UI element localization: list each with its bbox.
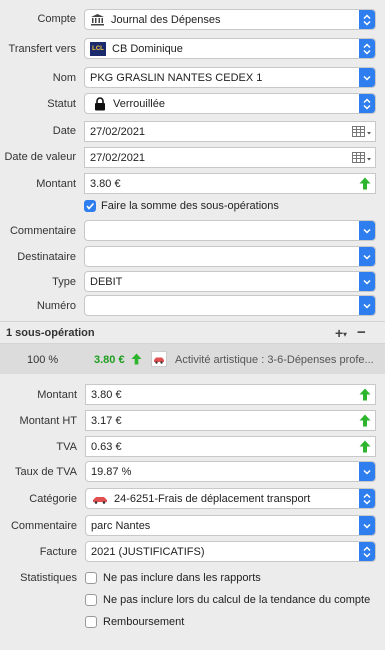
transfert-value: CB Dominique	[112, 42, 183, 55]
statistiques-label: Statistiques	[20, 572, 77, 584]
chevron-updown-icon	[359, 10, 375, 29]
destinataire-label: Destinataire	[17, 251, 76, 263]
detail-montant-ht-field[interactable]: 3.17 €	[85, 410, 376, 431]
exclude-reports-label[interactable]: Ne pas inclure dans les rapports	[103, 572, 261, 584]
lock-icon	[95, 96, 105, 110]
nom-value: PKG GRASLIN NANTES CEDEX 1	[90, 71, 263, 84]
montant-value: 3.80 €	[90, 177, 121, 190]
detail-taux-tva-value: 19.87 %	[91, 465, 132, 478]
car-icon	[93, 496, 107, 504]
detail-montant-value: 3.80 €	[91, 388, 122, 401]
detail-commentaire-value: parc Nantes	[91, 519, 151, 532]
chevron-down-icon[interactable]	[359, 247, 375, 266]
chevron-updown-icon	[359, 542, 375, 561]
detail-categorie-popup[interactable]: 24-6251-Frais de déplacement transport	[85, 488, 376, 509]
sous-operations-header: 1 sous-opération	[6, 327, 95, 339]
detail-commentaire-combo[interactable]: parc Nantes	[85, 515, 376, 536]
type-label: Type	[52, 276, 76, 288]
transfert-label: Transfert vers	[8, 43, 76, 55]
date-valeur-field[interactable]: 27/02/2021	[84, 147, 376, 168]
bank-icon	[91, 14, 104, 26]
arrow-up-icon	[359, 177, 371, 190]
arrow-up-icon	[359, 388, 371, 401]
detail-facture-value: 2021 (JUSTIFICATIFS)	[91, 545, 205, 558]
detail-tva-value: 0.63 €	[91, 440, 122, 453]
chevron-updown-icon	[359, 489, 375, 508]
detail-montant-ht-label: Montant HT	[19, 415, 77, 427]
detail-facture-label: Facture	[39, 546, 77, 558]
date-valeur-value: 27/02/2021	[90, 151, 146, 164]
sous-operation-percent: 100 %	[27, 354, 59, 366]
nom-combo[interactable]: PKG GRASLIN NANTES CEDEX 1	[84, 67, 376, 88]
detail-montant-field[interactable]: 3.80 €	[85, 384, 376, 405]
lcl-logo-icon: LCL	[90, 41, 106, 56]
montant-field[interactable]: 3.80 €	[84, 173, 376, 194]
detail-taux-tva-combo[interactable]: 19.87 %	[85, 461, 376, 482]
somme-sous-ops-checkbox[interactable]	[84, 200, 96, 212]
commentaire-combo[interactable]	[84, 220, 376, 241]
detail-tva-field[interactable]: 0.63 €	[85, 436, 376, 457]
destinataire-combo[interactable]	[84, 246, 376, 267]
date-label: Date	[52, 125, 76, 137]
calendar-icon[interactable]	[352, 126, 372, 138]
exclude-reports-checkbox[interactable]	[85, 572, 97, 584]
remboursement-label[interactable]: Remboursement	[103, 616, 184, 628]
sous-operation-row[interactable]: 100 % 3.80 € Activité artistique : 3-6-D…	[0, 344, 385, 374]
exclude-trend-checkbox[interactable]	[85, 594, 97, 606]
detail-tva-label: TVA	[56, 441, 77, 453]
chevron-down-icon[interactable]	[359, 296, 375, 315]
chevron-updown-icon	[359, 39, 375, 58]
statut-label: Statut	[47, 98, 76, 110]
detail-categorie-value: 24-6251-Frais de déplacement transport	[114, 492, 311, 505]
car-icon	[151, 351, 167, 367]
statut-value: Verrouillée	[113, 97, 165, 110]
compte-label: Compte	[37, 13, 76, 25]
detail-montant-ht-value: 3.17 €	[91, 414, 122, 427]
arrow-up-icon	[359, 440, 371, 453]
statut-popup[interactable]: Verrouillée	[84, 93, 376, 114]
detail-montant-label: Montant	[37, 389, 77, 401]
montant-label: Montant	[36, 178, 76, 190]
sous-operation-category: Activité artistique : 3-6-Dépenses profe…	[175, 354, 374, 366]
sous-operation-amount: 3.80 €	[94, 354, 125, 366]
compte-value: Journal des Dépenses	[111, 13, 221, 26]
numero-combo[interactable]	[84, 295, 376, 316]
somme-sous-ops-label[interactable]: Faire la somme des sous-opérations	[101, 200, 279, 212]
date-valeur-label: Date de valeur	[4, 151, 76, 163]
numero-label: Numéro	[36, 300, 76, 312]
remove-sous-operation-button[interactable]: −	[357, 324, 366, 341]
chevron-down-icon[interactable]	[359, 516, 375, 535]
transfert-popup[interactable]: LCL CB Dominique	[84, 38, 376, 59]
chevron-updown-icon	[359, 94, 375, 113]
chevron-down-icon[interactable]	[359, 462, 375, 481]
add-sous-operation-button[interactable]: +▾	[335, 325, 347, 341]
calendar-icon[interactable]	[352, 152, 372, 164]
arrow-up-icon	[359, 414, 371, 427]
exclude-trend-label[interactable]: Ne pas inclure lors du calcul de la tend…	[103, 594, 370, 606]
arrow-up-icon	[131, 353, 142, 365]
remboursement-checkbox[interactable]	[85, 616, 97, 628]
nom-label: Nom	[52, 72, 76, 84]
detail-facture-popup[interactable]: 2021 (JUSTIFICATIFS)	[85, 541, 376, 562]
chevron-down-icon[interactable]	[359, 68, 375, 87]
compte-popup[interactable]: Journal des Dépenses	[84, 9, 376, 30]
detail-commentaire-label: Commentaire	[10, 520, 77, 532]
chevron-down-icon[interactable]	[359, 272, 375, 291]
date-value: 27/02/2021	[90, 125, 146, 138]
commentaire-label: Commentaire	[9, 225, 76, 237]
detail-categorie-label: Catégorie	[29, 493, 77, 505]
detail-taux-tva-label: Taux de TVA	[15, 466, 77, 478]
checkmark-icon	[86, 202, 95, 210]
divider	[0, 321, 385, 322]
type-combo[interactable]: DEBIT	[84, 271, 376, 292]
chevron-down-icon[interactable]	[359, 221, 375, 240]
date-field[interactable]: 27/02/2021	[84, 121, 376, 142]
type-value: DEBIT	[90, 275, 123, 288]
